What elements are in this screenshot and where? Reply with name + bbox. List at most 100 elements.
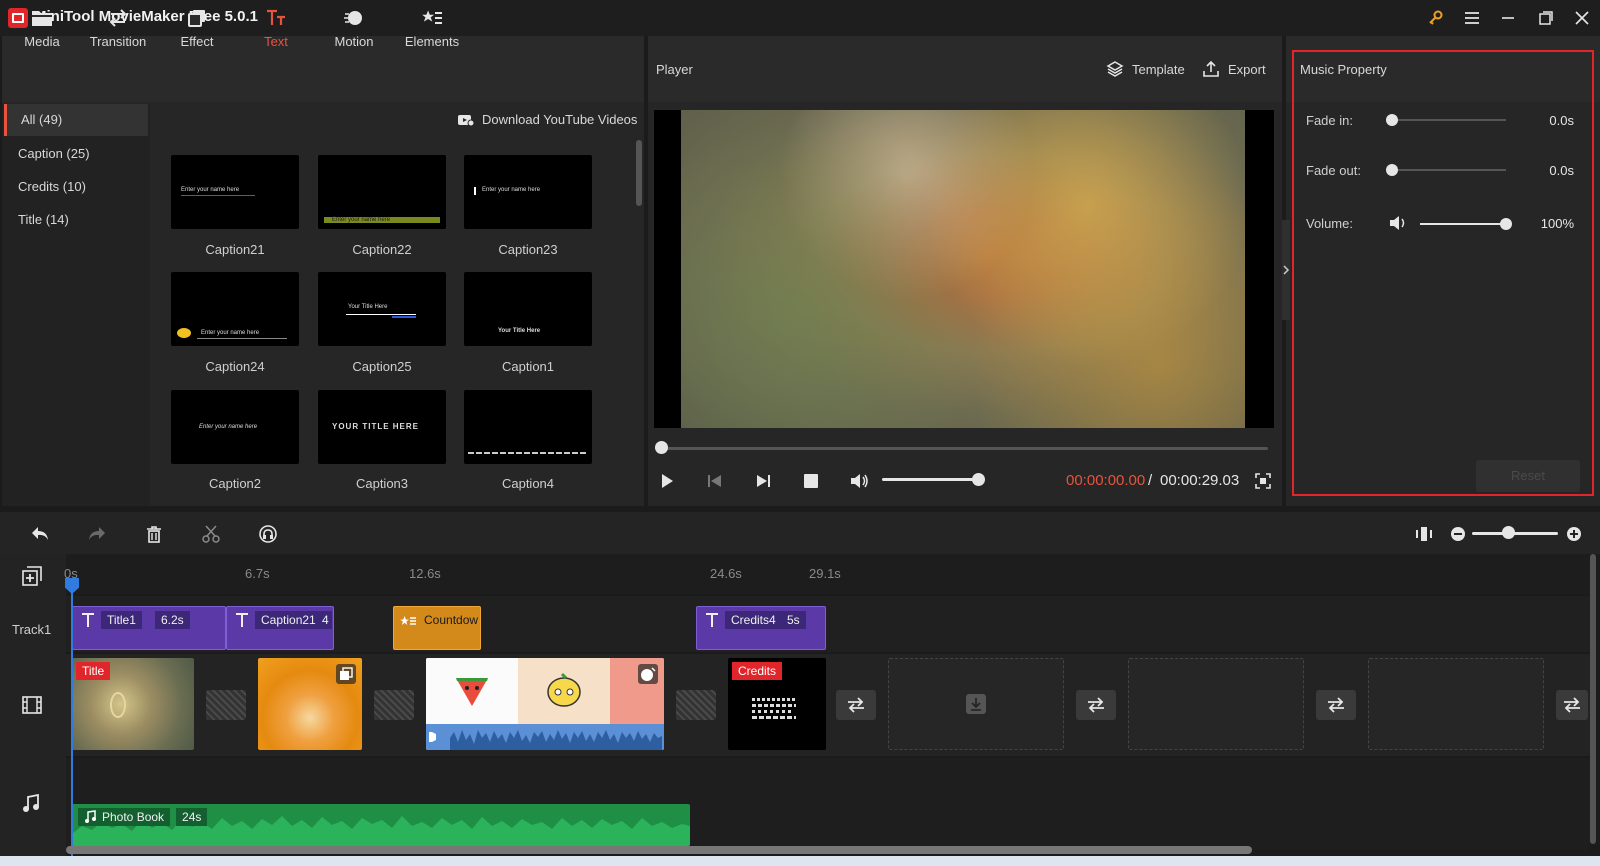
tab-effect[interactable]: Effect (159, 8, 235, 60)
element-clip-countdown[interactable]: Countdow (393, 606, 481, 650)
transition-swap-button[interactable] (1076, 690, 1116, 720)
thumb-caption25[interactable]: Your Title Here (318, 272, 446, 346)
tab-transition[interactable]: Transition (80, 8, 156, 60)
thumb-caption22[interactable]: Enter your name here (318, 155, 446, 229)
template-grid-scrollbar[interactable] (636, 140, 642, 206)
title-clip-title1[interactable]: Title1 6.2s (72, 606, 226, 650)
video-clip-title[interactable]: Title (72, 658, 194, 750)
thumb-caption3-text: YOUR TITLE HERE (332, 422, 420, 431)
seek-handle[interactable] (655, 441, 668, 454)
tab-elements[interactable]: Elements (394, 8, 470, 60)
thumb-caption4[interactable] (464, 390, 592, 464)
timeline-horizontal-scrollbar[interactable] (66, 846, 1252, 854)
zoom-out-button[interactable] (1446, 522, 1470, 546)
title-clip-credits4[interactable]: Credits4 5s (696, 606, 826, 650)
timeline-zoom-slider[interactable] (1472, 532, 1558, 535)
delete-button[interactable] (142, 522, 166, 546)
thumb-caption24-text: Enter your name here (201, 330, 260, 336)
audio-detach-button[interactable] (256, 522, 280, 546)
thumb-caption2[interactable]: Enter your name here (171, 390, 299, 464)
speaker-icon (1390, 216, 1405, 230)
previous-frame-button[interactable] (704, 470, 726, 492)
video-track-icon (22, 696, 42, 714)
stop-button[interactable] (800, 470, 822, 492)
elements-shapes-icon (422, 10, 442, 24)
category-title[interactable]: Title (14) (4, 204, 148, 236)
tab-motion[interactable]: Motion (316, 8, 392, 60)
import-down-icon (966, 694, 986, 714)
ruler-tick-4: 29.1s (809, 566, 841, 581)
close-icon[interactable] (1570, 6, 1594, 30)
transition-swap-button[interactable] (1556, 690, 1588, 720)
player-volume-slider[interactable] (882, 478, 982, 481)
clip-name: Countdow (424, 613, 479, 627)
timeline-zoom-handle[interactable] (1502, 526, 1515, 539)
playhead-line[interactable] (71, 580, 73, 856)
fit-timeline-button[interactable] (1412, 522, 1436, 546)
minimize-icon[interactable] (1496, 6, 1520, 30)
transition-swap-button[interactable] (1316, 690, 1356, 720)
player-volume-button[interactable] (848, 470, 870, 492)
video-clip-fruit[interactable] (426, 658, 664, 750)
redo-button[interactable] (85, 522, 109, 546)
video-clip-credits[interactable]: Credits (728, 658, 826, 750)
zoom-in-button[interactable] (1562, 522, 1586, 546)
thumb-caption22-label: Caption22 (352, 242, 412, 257)
video-clip-orange[interactable] (258, 658, 362, 750)
play-button[interactable] (656, 470, 678, 492)
export-button[interactable]: Export (1202, 60, 1266, 78)
transition-swap-button[interactable] (836, 690, 876, 720)
credits-badge: Credits (732, 662, 783, 680)
volume-handle[interactable] (1500, 218, 1512, 230)
thumb-caption3[interactable]: YOUR TITLE HERE (318, 390, 446, 464)
empty-media-slot[interactable] (1128, 658, 1304, 750)
transition-arrows-icon (1328, 697, 1344, 713)
key-icon[interactable] (1424, 6, 1448, 30)
scissors-icon (202, 525, 220, 543)
thumb-caption25-label: Caption25 (352, 359, 412, 374)
template-button[interactable]: Template (1106, 60, 1185, 78)
tab-text[interactable]: Text (238, 8, 314, 60)
empty-media-slot[interactable] (1368, 658, 1544, 750)
thumb-caption23[interactable]: Enter your name here (464, 155, 592, 229)
category-credits[interactable]: Credits (10) (4, 171, 148, 203)
thumb-caption21[interactable]: Enter your name here (171, 155, 299, 229)
thumb-caption1[interactable]: Your Title Here (464, 272, 592, 346)
clip-name: Title1 (101, 611, 142, 629)
fade-out-handle[interactable] (1386, 164, 1398, 176)
fullscreen-button[interactable] (1252, 470, 1274, 492)
volume-slider[interactable] (1420, 223, 1508, 225)
tab-media[interactable]: Media (4, 8, 80, 60)
download-youtube-button[interactable]: Download YouTube Videos (458, 112, 637, 127)
panel-collapse-handle[interactable] (1282, 220, 1290, 320)
category-all[interactable]: All (49) (4, 104, 148, 136)
fade-out-slider[interactable] (1392, 169, 1506, 171)
transition-slot[interactable] (676, 690, 716, 720)
title-clip-caption21[interactable]: Caption21 4 (226, 606, 334, 650)
elements-shapes-icon (400, 616, 416, 625)
audio-clip-photo-book[interactable]: Photo Book 24s (72, 804, 690, 846)
template-label: Template (1132, 61, 1185, 77)
thumb-caption24[interactable]: Enter your name here (171, 272, 299, 346)
reset-button[interactable]: Reset (1476, 460, 1580, 492)
transition-slot[interactable] (206, 690, 246, 720)
category-caption[interactable]: Caption (25) (4, 138, 148, 170)
fade-in-handle[interactable] (1386, 114, 1398, 126)
split-button[interactable] (199, 522, 223, 546)
timeline-vertical-scrollbar[interactable] (1590, 554, 1596, 844)
transition-slot[interactable] (374, 690, 414, 720)
menu-icon[interactable] (1460, 6, 1484, 30)
seek-bar[interactable] (660, 447, 1268, 450)
skip-forward-icon (757, 475, 770, 487)
volume-mute-button[interactable] (1388, 214, 1408, 232)
maximize-icon[interactable] (1534, 6, 1558, 30)
trash-icon (147, 526, 161, 543)
player-volume-handle[interactable] (972, 473, 985, 486)
fade-in-label: Fade in: (1306, 113, 1353, 128)
empty-media-slot[interactable] (888, 658, 1064, 750)
add-track-button[interactable] (22, 566, 42, 586)
next-frame-button[interactable] (752, 470, 774, 492)
fade-in-slider[interactable] (1392, 119, 1506, 121)
audio-clip-duration: 24s (176, 808, 208, 826)
undo-button[interactable] (28, 522, 52, 546)
